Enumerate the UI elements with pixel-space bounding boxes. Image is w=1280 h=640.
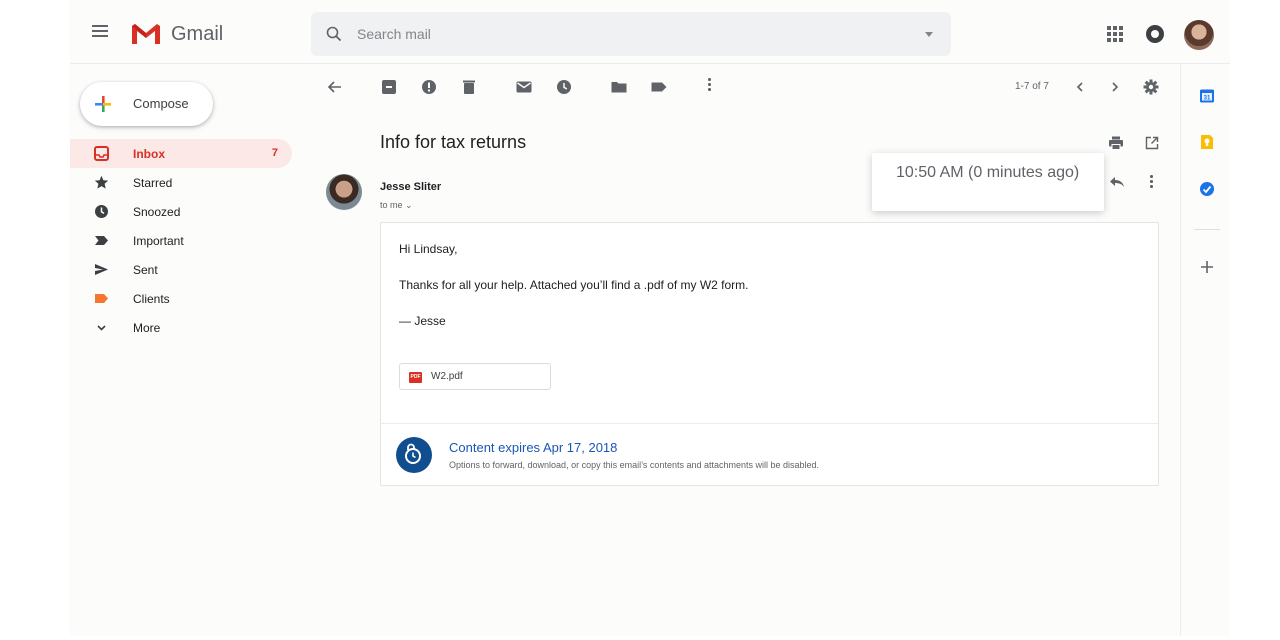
sidebar-nav: Inbox 7 Starred Snoozed Important Sent C… — [70, 139, 292, 342]
sidebar-item-label: Snoozed — [133, 205, 181, 219]
side-panel-divider — [1194, 229, 1220, 230]
attachment-filename: W2.pdf — [431, 371, 463, 382]
recipient-details-toggle[interactable]: to me ⌄ — [380, 200, 413, 211]
app-name: Gmail — [171, 23, 224, 45]
send-icon — [95, 264, 108, 275]
message-body-card: Hi Lindsay, Thanks for all your help. At… — [380, 222, 1159, 486]
print-icon[interactable] — [1108, 136, 1124, 150]
open-in-new-window-icon[interactable] — [1145, 136, 1159, 150]
sidebar-item-important[interactable]: Important — [70, 226, 292, 255]
compose-plus-icon — [95, 96, 111, 112]
content-expiry-link[interactable]: Content expires Apr 17, 2018 — [449, 440, 617, 455]
gmail-logo — [132, 24, 160, 44]
compose-label: Compose — [133, 96, 189, 111]
message-text: Thanks for all your help. Attached you’l… — [399, 278, 749, 292]
content-expiry-description: Options to forward, download, or copy th… — [449, 460, 820, 470]
card-divider — [381, 423, 1158, 424]
sender-name[interactable]: Jesse Sliter — [380, 181, 441, 193]
inbox-icon — [94, 146, 109, 161]
sender-avatar[interactable] — [326, 174, 362, 210]
search-bar[interactable] — [311, 12, 951, 56]
keep-icon[interactable] — [1199, 134, 1215, 150]
unread-count: 7 — [271, 147, 278, 159]
main-menu-icon[interactable] — [92, 22, 112, 42]
sidebar-item-sent[interactable]: Sent — [70, 255, 292, 284]
label-as-icon[interactable] — [650, 78, 668, 96]
compose-button[interactable]: Compose — [80, 82, 213, 126]
newer-chevron-right-icon[interactable] — [1106, 78, 1124, 96]
sidebar-item-label: Sent — [133, 263, 158, 277]
email-subject: Info for tax returns — [380, 132, 527, 152]
message-greeting: Hi Lindsay, — [399, 242, 458, 256]
important-icon — [95, 236, 108, 245]
sidebar-item-label: Important — [133, 234, 184, 248]
delete-icon[interactable] — [460, 78, 478, 96]
svg-text:31: 31 — [1204, 96, 1211, 102]
header: Gmail — [70, 0, 1230, 64]
timestamp-text: 10:50 AM (0 minutes ago) — [896, 164, 1080, 181]
report-spam-icon[interactable] — [420, 78, 438, 96]
sidebar-item-more[interactable]: More — [70, 313, 292, 342]
clock-icon — [95, 205, 108, 218]
search-icon[interactable] — [325, 25, 343, 43]
sidebar-item-label: More — [133, 321, 161, 335]
message-toolbar: 1-7 of 7 — [311, 70, 1171, 104]
star-icon — [94, 175, 109, 189]
back-arrow-icon[interactable] — [326, 78, 344, 96]
timestamp-tooltip: 10:50 AM (0 minutes ago) — [872, 153, 1104, 211]
sidebar-item-label: Inbox — [133, 147, 165, 161]
sidebar-item-clients[interactable]: Clients — [70, 284, 292, 313]
sidebar-item-label: Clients — [133, 292, 170, 306]
side-panel: 31 — [1180, 64, 1230, 636]
snooze-icon[interactable] — [555, 78, 573, 96]
archive-icon[interactable] — [380, 78, 398, 96]
message-signoff: — Jesse — [399, 314, 446, 328]
chevron-down-icon — [97, 325, 106, 331]
pagination-count: 1-7 of 7 — [1015, 81, 1049, 92]
attachment-chip[interactable]: PDF W2.pdf — [399, 363, 551, 390]
search-input[interactable] — [357, 23, 897, 45]
sidebar-item-snoozed[interactable]: Snoozed — [70, 197, 292, 226]
sidebar-item-inbox[interactable]: Inbox 7 — [70, 139, 292, 168]
add-addon-plus-icon[interactable] — [1199, 259, 1215, 275]
settings-gear-icon[interactable] — [1142, 78, 1160, 96]
gmail-app: Gmail Compose — [70, 0, 1230, 636]
move-to-folder-icon[interactable] — [610, 78, 628, 96]
reply-icon[interactable] — [1109, 176, 1125, 188]
sidebar-item-label: Starred — [133, 176, 173, 190]
google-apps-icon[interactable] — [1107, 26, 1123, 42]
more-options-icon[interactable] — [708, 78, 712, 96]
pdf-file-icon: PDF — [409, 372, 422, 383]
confidential-mode-icon — [396, 437, 432, 473]
sidebar-item-starred[interactable]: Starred — [70, 168, 292, 197]
search-options-dropdown-icon[interactable] — [925, 32, 933, 37]
mark-unread-icon[interactable] — [515, 78, 533, 96]
notifications-icon[interactable] — [1146, 25, 1164, 43]
message-more-options-icon[interactable] — [1150, 175, 1154, 189]
older-chevron-left-icon[interactable] — [1071, 78, 1089, 96]
tasks-icon[interactable] — [1199, 181, 1215, 197]
label-icon — [95, 294, 108, 303]
calendar-icon[interactable]: 31 — [1199, 88, 1215, 104]
account-avatar[interactable] — [1184, 20, 1214, 50]
